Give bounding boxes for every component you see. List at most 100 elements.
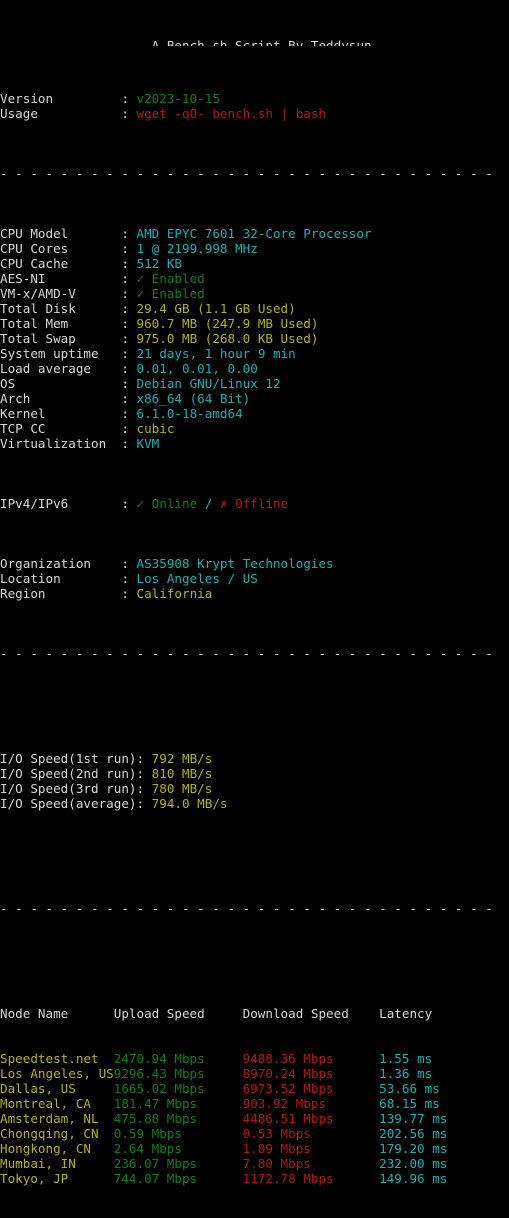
speedtest-cell-latency: 1.55 ms (379, 1051, 433, 1066)
cpu-cache-label: CPU Cache (0, 256, 122, 271)
speedtest-cell-download: 903.92 Mbps (242, 1096, 380, 1111)
version-row: Version : v2023-10-15 (0, 91, 509, 106)
separator-text: - - - - - - - - - - - - - - - - - - - - … (0, 166, 493, 181)
header-title-spacer2 (372, 38, 380, 46)
speedtest-cell-node: Tokyo, JP (0, 1171, 114, 1186)
ipv4-status: ✓ Online (136, 496, 198, 511)
speedtest-header-node-name: Node Name (0, 1006, 114, 1021)
speedtest-cell-download: 7.80 Mbps (242, 1156, 380, 1171)
speedtest-cell-latency: 232.00 ms (379, 1156, 448, 1171)
system-uptime-value: 21 days, 1 hour 9 min (136, 346, 296, 361)
organization-value: AS35908 Krypt Technologies (136, 556, 334, 571)
ip-status-row: IPv4/IPv6 : ✓ Online / ✗ Offline (0, 496, 509, 511)
speedtest-cell-download: 9488.36 Mbps (242, 1051, 380, 1066)
speedtest-cell-download: 8970.24 Mbps (242, 1066, 380, 1081)
speedtest-cell-node: Speedtest.net (0, 1051, 114, 1066)
region-value: California (136, 586, 213, 601)
speedtest-header-row: Node Name Upload Speed Download Speed La… (0, 1006, 509, 1021)
total-disk-row: Total Disk : 29.4 GB (1.1 GB Used) (0, 301, 509, 316)
virtualization-label: Virtualization (0, 436, 122, 451)
cpu-model-label: CPU Model (0, 226, 122, 241)
vm-x-amd-v-colon: : (121, 286, 137, 301)
vm-x-amd-v-value: ✓ Enabled (136, 286, 205, 301)
version-label: Version (0, 91, 122, 106)
speedtest-header-latency: Latency (379, 1006, 433, 1021)
os-label: OS (0, 376, 122, 391)
speedtest-rows: Speedtest.net 2470.94 Mbps 9488.36 Mbps … (0, 1051, 509, 1186)
tcp-cc-colon: : (121, 421, 137, 436)
region-label: Region (0, 586, 122, 601)
speedtest-header-download-speed: Download Speed (242, 1006, 380, 1021)
speedtest-cell-download: 6973.52 Mbps (242, 1081, 380, 1096)
virtualization-colon: : (121, 436, 137, 451)
cpu-cores-row: CPU Cores : 1 @ 2199.998 MHz (0, 241, 509, 256)
cpu-cache-colon: : (121, 256, 137, 271)
location-row: Location : Los Angeles / US (0, 571, 509, 586)
usage-colon: : (121, 106, 137, 121)
aes-ni-value: ✓ Enabled (136, 271, 205, 286)
system-uptime-row: System uptime : 21 days, 1 hour 9 min (0, 346, 509, 361)
total-swap-colon: : (121, 331, 137, 346)
i-o-speed-3rd-run-row: I/O Speed(3rd run): 780 MB/s (0, 781, 509, 796)
speedtest-cell-upload: 744.07 Mbps (113, 1171, 243, 1186)
speedtest-cell-latency: 139.77 ms (379, 1111, 448, 1126)
arch-colon: : (121, 391, 137, 406)
organization-label: Organization (0, 556, 122, 571)
system-info-block: CPU Model : AMD EPYC 7601 32-Core Proces… (0, 226, 509, 451)
i-o-speed-3rd-run-label: I/O Speed(3rd run) (0, 781, 137, 796)
aes-ni-colon: : (121, 271, 137, 286)
header-title-spacer (144, 38, 152, 46)
i-o-speed-3rd-run-value: 780 MB/s (151, 781, 213, 796)
version-colon: : (121, 91, 137, 106)
arch-row: Arch : x86_64 (64 Bit) (0, 391, 509, 406)
usage-label: Usage (0, 106, 122, 121)
speedtest-cell-download: 1172.78 Mbps (242, 1171, 380, 1186)
speedtest-cell-download: 4486.51 Mbps (242, 1111, 380, 1126)
speedtest-cell-node: Los Angeles, US (0, 1066, 114, 1081)
location-colon: : (121, 571, 137, 586)
separator-line-3: - - - - - - - - - - - - - - - - - - - - … (0, 901, 509, 916)
kernel-label: Kernel (0, 406, 122, 421)
header-right-rule: - - - - - - - - - - (379, 38, 509, 46)
arch-label: Arch (0, 391, 122, 406)
cpu-cache-row: CPU Cache : 512 KB (0, 256, 509, 271)
separator-line-1: - - - - - - - - - - - - - - - - - - - - … (0, 166, 509, 181)
total-disk-colon: : (121, 301, 137, 316)
speedtest-cell-latency: 202.56 ms (379, 1126, 448, 1141)
version-value: v2023-10-15 (136, 91, 220, 106)
cpu-cores-value: 1 @ 2199.998 MHz (136, 241, 258, 256)
tcp-cc-label: TCP CC (0, 421, 122, 436)
load-average-label: Load average (0, 361, 122, 376)
total-disk-label: Total Disk (0, 301, 122, 316)
ip-separator: / (197, 496, 220, 511)
i-o-speed-average-row: I/O Speed(average): 794.0 MB/s (0, 796, 509, 811)
header-title-line: - - - - - - - - - - A Bench.sh Script By… (0, 38, 509, 46)
speedtest-row: Hongkong, CN 2.64 Mbps 1.89 Mbps 179.20 … (0, 1141, 509, 1156)
organization-row: Organization : AS35908 Krypt Technologie… (0, 556, 509, 571)
speedtest-cell-upload: 2470.94 Mbps (113, 1051, 243, 1066)
speedtest-cell-latency: 53.66 ms (379, 1081, 440, 1096)
arch-value: x86_64 (64 Bit) (136, 391, 251, 406)
terminal-output[interactable]: - - - - - - - - - - A Bench.sh Script By… (0, 0, 509, 1186)
aes-ni-row: AES-NI : ✓ Enabled (0, 271, 509, 286)
location-label: Location (0, 571, 122, 586)
speedtest-cell-node: Amsterdam, NL (0, 1111, 114, 1126)
speedtest-row: Los Angeles, US9296.43 Mbps 8970.24 Mbps… (0, 1066, 509, 1081)
speedtest-row: Chongqing, CN 0.59 Mbps 0.53 Mbps 202.56… (0, 1126, 509, 1141)
speedtest-cell-latency: 149.96 ms (379, 1171, 448, 1186)
speedtest-cell-upload: 236.07 Mbps (113, 1156, 243, 1171)
speedtest-header-upload-speed: Upload Speed (113, 1006, 243, 1021)
speedtest-cell-download: 0.53 Mbps (242, 1126, 380, 1141)
i-o-speed-2nd-run-colon: : (136, 766, 152, 781)
kernel-colon: : (121, 406, 137, 421)
kernel-value: 6.1.0-18-amd64 (136, 406, 243, 421)
speedtest-cell-upload: 475.88 Mbps (113, 1111, 243, 1126)
cpu-model-colon: : (121, 226, 137, 241)
cpu-model-row: CPU Model : AMD EPYC 7601 32-Core Proces… (0, 226, 509, 241)
separator-line-2: - - - - - - - - - - - - - - - - - - - - … (0, 646, 509, 661)
i-o-speed-2nd-run-label: I/O Speed(2nd run) (0, 766, 137, 781)
system-info-tail-block: Organization : AS35908 Krypt Technologie… (0, 556, 509, 601)
